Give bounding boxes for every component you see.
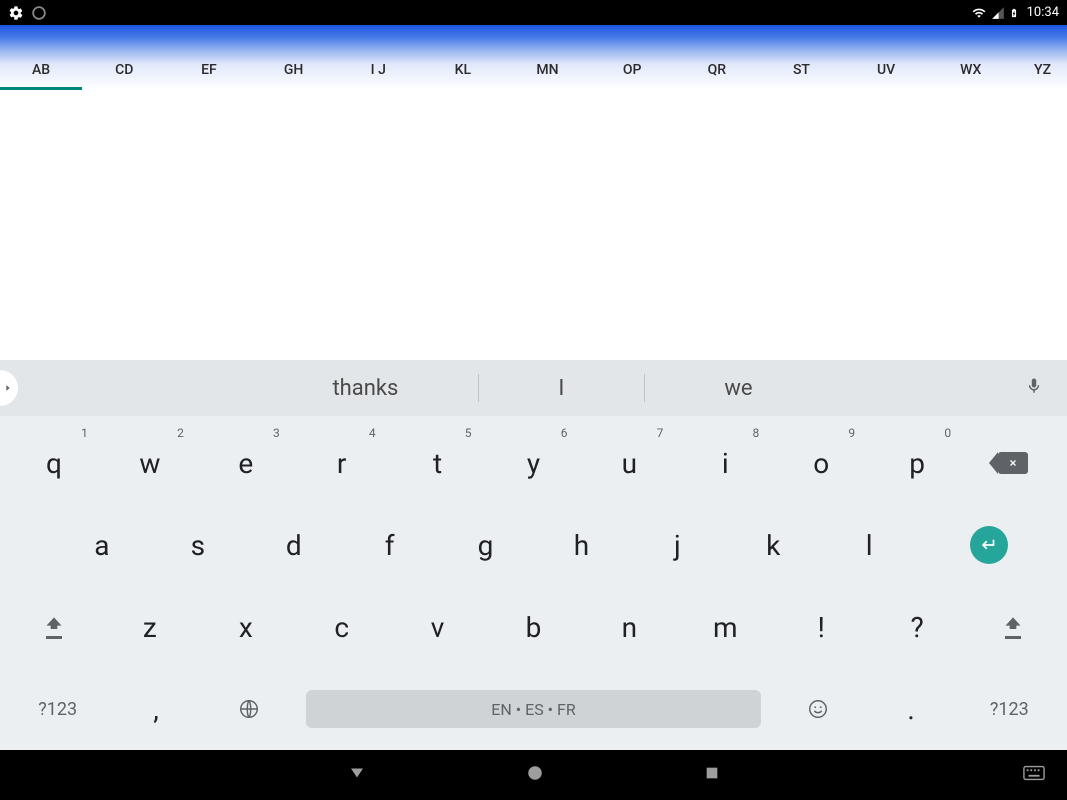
expand-handle[interactable] <box>0 370 18 406</box>
key-u[interactable]: 7u <box>581 422 677 504</box>
microphone-icon <box>1025 375 1043 397</box>
key-d[interactable]: d <box>246 504 342 586</box>
key-z[interactable]: z <box>102 586 198 668</box>
suggestion-row: thanksIwe <box>0 360 1067 416</box>
key-b[interactable]: b <box>486 586 582 668</box>
battery-icon <box>1009 5 1019 21</box>
key-w[interactable]: 2w <box>102 422 198 504</box>
signal-icon <box>991 6 1005 20</box>
navigation-bar <box>0 750 1067 800</box>
key-t[interactable]: 5t <box>390 422 486 504</box>
tab-yz[interactable]: YZ <box>1013 52 1067 90</box>
chevron-right-icon <box>3 381 13 395</box>
keyboard-icon <box>1023 765 1045 781</box>
key-c[interactable]: c <box>294 586 390 668</box>
shift-key-left[interactable] <box>6 586 102 668</box>
tab-ab[interactable]: AB <box>0 52 82 90</box>
key-g[interactable]: g <box>438 504 534 586</box>
tab-qr[interactable]: QR <box>674 52 759 90</box>
smile-icon <box>807 698 829 720</box>
nav-home[interactable] <box>526 764 544 786</box>
keyboard: thanksIwe 1q2w3e4r5t6y7u8i9o0p asdfghjkl… <box>0 360 1067 750</box>
circle-icon <box>32 6 46 20</box>
nav-recent[interactable] <box>704 765 720 785</box>
enter-key[interactable] <box>917 504 1061 586</box>
key-y[interactable]: 6y <box>486 422 582 504</box>
emoji-key[interactable] <box>771 668 864 750</box>
suggestion-2[interactable]: we <box>644 376 832 401</box>
suggestion-0[interactable]: thanks <box>252 376 478 401</box>
key-question[interactable]: ? <box>869 586 965 668</box>
tab-mn[interactable]: MN <box>505 52 590 90</box>
tab-cd[interactable]: CD <box>82 52 167 90</box>
tab-uv[interactable]: UV <box>844 52 929 90</box>
shift-key-right[interactable] <box>965 586 1061 668</box>
shift-icon <box>1003 615 1023 639</box>
backspace-icon <box>998 452 1028 474</box>
key-q[interactable]: 1q <box>6 422 102 504</box>
backspace-key[interactable] <box>965 422 1061 504</box>
symbols-key-left[interactable]: ?123 <box>6 668 109 750</box>
space-key[interactable]: EN • ES • FR <box>296 668 772 750</box>
key-e[interactable]: 3e <box>198 422 294 504</box>
status-bar: 10:34 <box>0 0 1067 25</box>
status-time: 10:34 <box>1027 5 1059 20</box>
period-key[interactable]: . <box>865 668 958 750</box>
enter-icon <box>970 526 1008 564</box>
tab-gh[interactable]: GH <box>251 52 336 90</box>
suggestion-1[interactable]: I <box>478 376 644 401</box>
key-p[interactable]: 0p <box>869 422 965 504</box>
key-k[interactable]: k <box>725 504 821 586</box>
tab-ef[interactable]: EF <box>167 52 252 90</box>
key-j[interactable]: j <box>629 504 725 586</box>
key-a[interactable]: a <box>54 504 150 586</box>
language-key[interactable] <box>203 668 296 750</box>
content-area <box>0 90 1067 360</box>
key-i[interactable]: 8i <box>677 422 773 504</box>
key-f[interactable]: f <box>342 504 438 586</box>
tab-op[interactable]: OP <box>590 52 675 90</box>
comma-key[interactable]: , <box>109 668 202 750</box>
globe-icon <box>238 698 260 720</box>
key-v[interactable]: v <box>390 586 486 668</box>
key-m[interactable]: m <box>677 586 773 668</box>
nav-back[interactable] <box>348 764 366 786</box>
gear-icon <box>8 5 24 21</box>
wifi-icon <box>971 6 987 20</box>
circle-icon <box>526 764 544 782</box>
tab-st[interactable]: ST <box>759 52 844 90</box>
square-icon <box>704 765 720 781</box>
key-l[interactable]: l <box>821 504 917 586</box>
symbols-key-right[interactable]: ?123 <box>958 668 1061 750</box>
key-exclaim[interactable]: ! <box>773 586 869 668</box>
key-s[interactable]: s <box>150 504 246 586</box>
nav-ime[interactable] <box>1023 765 1045 785</box>
key-h[interactable]: h <box>533 504 629 586</box>
key-n[interactable]: n <box>581 586 677 668</box>
mic-button[interactable] <box>1025 375 1043 401</box>
tab-ij[interactable]: I J <box>336 52 421 90</box>
key-o[interactable]: 9o <box>773 422 869 504</box>
triangle-down-icon <box>348 764 366 782</box>
shift-icon <box>44 615 64 639</box>
key-r[interactable]: 4r <box>294 422 390 504</box>
tab-strip: ABCDEFGHI JKLMNOPQRSTUVWXYZ <box>0 25 1067 90</box>
key-x[interactable]: x <box>198 586 294 668</box>
tab-wx[interactable]: WX <box>928 52 1013 90</box>
tab-kl[interactable]: KL <box>421 52 506 90</box>
